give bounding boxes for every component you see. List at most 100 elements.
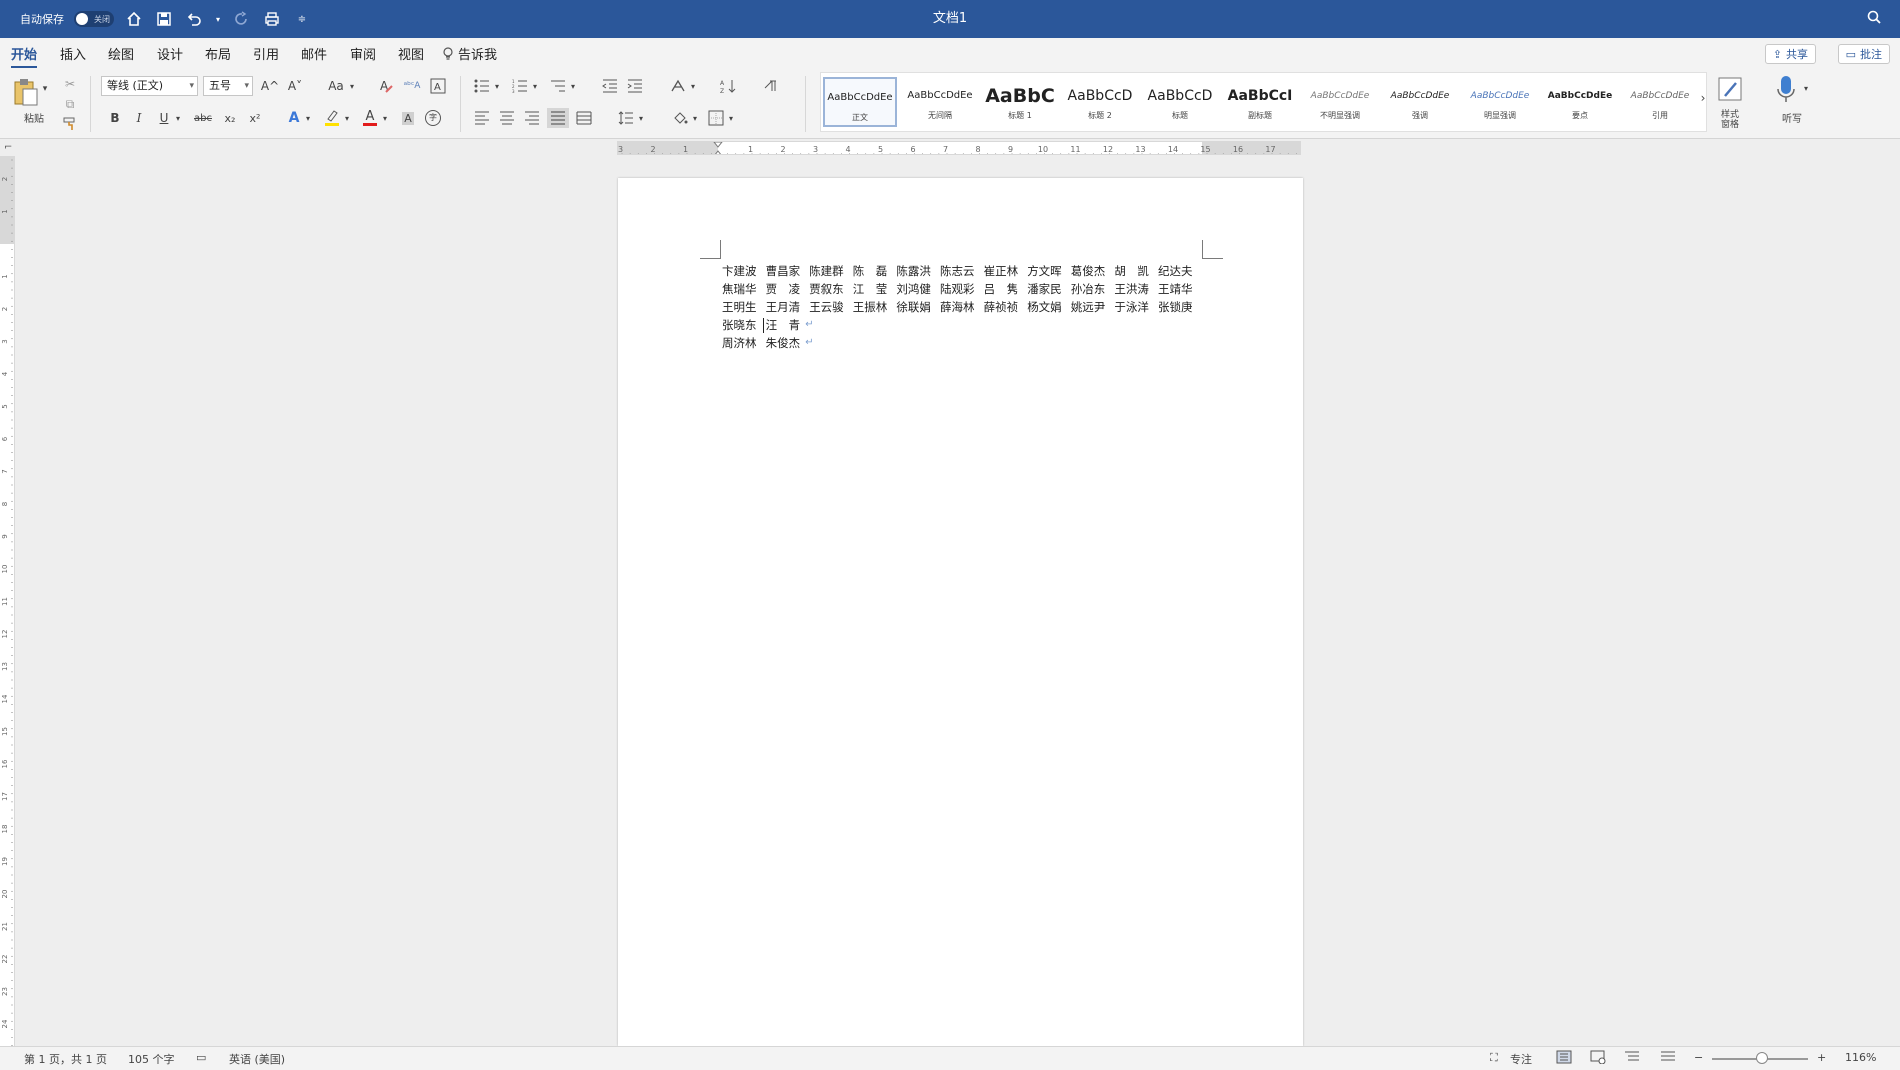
change-case-dropdown-icon[interactable]: ▾ xyxy=(347,76,357,96)
underline-dropdown-icon[interactable]: ▾ xyxy=(173,108,183,128)
style-quote[interactable]: AaBbCcDdEe 引用 xyxy=(1623,77,1697,127)
tab-view[interactable]: 视图 xyxy=(398,44,424,63)
proofing-icon[interactable]: ▭ xyxy=(196,1051,206,1064)
show-formatting-marks-icon[interactable] xyxy=(760,76,780,96)
zoom-slider-thumb[interactable] xyxy=(1755,1052,1768,1064)
style-emphasis[interactable]: AaBbCcDdEe 强调 xyxy=(1383,77,1457,127)
style-normal[interactable]: AaBbCcDdEe 正文 xyxy=(823,77,897,127)
decrease-indent-icon[interactable] xyxy=(600,76,620,96)
tab-references[interactable]: 引用 xyxy=(253,44,279,63)
document-line[interactable]: 周济林 朱俊杰 ↵ xyxy=(722,334,1204,352)
tab-selector-icon[interactable]: ⌐ xyxy=(4,142,14,154)
shading-dropdown-icon[interactable]: ▾ xyxy=(690,108,700,128)
subscript-button[interactable]: x₂ xyxy=(220,108,240,128)
document-page[interactable]: 卞建波 曹昌家 陈建群陈 磊陈露洪 陈志云 崔正林 方文晖 葛俊杰胡 凯纪达夫 焦瑞华贾 凌贾… xyxy=(618,178,1303,1046)
document-line[interactable]: 焦瑞华贾 凌贾叙东江 莹刘鸿健 陆观彩吕 隽潘家民 孙冶东 王洪涛 王靖华 xyxy=(722,280,1204,298)
style-no-spacing[interactable]: AaBbCcDdEe 无间隔 xyxy=(903,77,977,127)
bullets-icon[interactable] xyxy=(472,76,492,96)
change-case-button[interactable]: Aa xyxy=(325,76,347,96)
asian-layout-icon[interactable] xyxy=(668,76,688,96)
zoom-level[interactable]: 116% xyxy=(1845,1051,1876,1064)
tab-mailings[interactable]: 邮件 xyxy=(301,44,327,63)
customize-toolbar-icon[interactable]: ≑ xyxy=(292,9,312,29)
word-count[interactable]: 105 个字 xyxy=(128,1051,175,1067)
tab-design[interactable]: 设计 xyxy=(157,44,183,63)
page-count[interactable]: 第 1 页，共 1 页 xyxy=(24,1051,107,1067)
styles-pane-icon[interactable] xyxy=(1714,74,1746,104)
shading-icon[interactable] xyxy=(670,108,690,128)
style-heading-2[interactable]: AaBbCcD 标题 2 xyxy=(1063,77,1137,127)
font-name-select[interactable]: 等线 (正文) ▾ xyxy=(101,76,198,96)
tab-insert[interactable]: 插入 xyxy=(60,44,86,63)
paste-icon[interactable] xyxy=(12,76,40,108)
align-center-icon[interactable] xyxy=(497,108,517,128)
zoom-in-button[interactable]: + xyxy=(1817,1051,1826,1064)
underline-button[interactable]: U xyxy=(155,108,173,128)
style-subtle-emphasis[interactable]: AaBbCcDdEe 不明显强调 xyxy=(1303,77,1377,127)
grow-font-button[interactable]: A^ xyxy=(260,76,280,96)
print-layout-icon[interactable] xyxy=(1556,1050,1572,1067)
tab-draw[interactable]: 绘图 xyxy=(108,44,134,63)
style-title[interactable]: AaBbCcD 标题 xyxy=(1143,77,1217,127)
style-heading-1[interactable]: AaBbC 标题 1 xyxy=(983,77,1057,127)
print-icon[interactable] xyxy=(262,9,282,29)
autosave-toggle[interactable]: 关闭 xyxy=(74,11,114,27)
highlight-dropdown-icon[interactable]: ▾ xyxy=(342,108,352,128)
strikethrough-button[interactable]: abc xyxy=(190,108,216,128)
paste-dropdown-icon[interactable]: ▾ xyxy=(40,82,50,96)
outline-view-icon[interactable] xyxy=(1624,1050,1640,1067)
highlight-icon[interactable] xyxy=(322,108,342,128)
bold-button[interactable]: B xyxy=(106,108,124,128)
redo-icon[interactable] xyxy=(232,9,252,29)
document-line[interactable]: 王明生 王月清 王云骏 王振林 徐联娟 薛海林 薛祯祯 杨文娟 姚远尹 于泳洋 张锁庚 xyxy=(722,298,1204,316)
multilevel-list-icon[interactable] xyxy=(548,76,568,96)
line-spacing-dropdown-icon[interactable]: ▾ xyxy=(636,108,646,128)
save-icon[interactable] xyxy=(154,9,174,29)
document-line[interactable]: 卞建波 曹昌家 陈建群陈 磊陈露洪 陈志云 崔正林 方文晖 葛俊杰胡 凯纪达夫 xyxy=(722,262,1204,280)
search-icon[interactable] xyxy=(1866,9,1882,29)
copy-icon[interactable]: ⧉ xyxy=(62,96,78,112)
vertical-ruler[interactable]: 2112345678910111213141516171819202122232… xyxy=(0,156,15,1046)
line-spacing-icon[interactable] xyxy=(616,108,636,128)
tab-tell-me[interactable]: 告诉我 xyxy=(442,44,497,63)
document-line[interactable]: 张晓东汪 青 ↵ xyxy=(722,316,1204,334)
font-size-select[interactable]: 五号 ▾ xyxy=(203,76,253,96)
bullets-dropdown-icon[interactable]: ▾ xyxy=(492,76,502,96)
home-icon[interactable] xyxy=(124,9,144,29)
numbering-icon[interactable]: 123 xyxy=(510,76,530,96)
focus-label[interactable]: 专注 xyxy=(1510,1051,1532,1067)
italic-button[interactable]: I xyxy=(130,108,148,128)
focus-icon[interactable]: ⛶ xyxy=(1490,1051,1498,1065)
text-effects-button[interactable]: A xyxy=(285,108,303,128)
justify-icon[interactable] xyxy=(547,108,569,128)
increase-indent-icon[interactable] xyxy=(625,76,645,96)
style-intense-emphasis[interactable]: AaBbCcDdEe 明显强调 xyxy=(1463,77,1537,127)
align-right-icon[interactable] xyxy=(522,108,542,128)
numbering-dropdown-icon[interactable]: ▾ xyxy=(530,76,540,96)
tab-home[interactable]: 开始 xyxy=(11,44,38,68)
borders-dropdown-icon[interactable]: ▾ xyxy=(726,108,736,128)
zoom-out-button[interactable]: − xyxy=(1694,1051,1703,1064)
styles-more-icon[interactable]: › xyxy=(1698,88,1708,108)
character-border-icon[interactable]: A xyxy=(428,76,448,96)
clear-formatting-icon[interactable]: A xyxy=(376,76,396,96)
character-shading-button[interactable]: A xyxy=(398,108,418,128)
style-strong[interactable]: AaBbCcDdEe 要点 xyxy=(1543,77,1617,127)
horizontal-ruler[interactable]: 3 2 1 1 2 3 4 5 6 7 8 9 10 11 12 13 14 15 16 17 xyxy=(617,141,1301,155)
comments-button[interactable]: ▭ 批注 xyxy=(1837,44,1890,64)
superscript-button[interactable]: x² xyxy=(245,108,265,128)
microphone-icon[interactable] xyxy=(1773,74,1799,104)
style-subtitle[interactable]: AaBbCcI 副标题 xyxy=(1223,77,1297,127)
tab-review[interactable]: 审阅 xyxy=(350,44,376,63)
phonetic-guide-icon[interactable]: ᵃᵇᶜA xyxy=(402,76,422,96)
borders-icon[interactable] xyxy=(706,108,726,128)
language[interactable]: 英语 (美国) xyxy=(229,1051,285,1067)
distributed-icon[interactable] xyxy=(574,108,594,128)
share-button[interactable]: ⇪ 共享 xyxy=(1764,44,1816,64)
font-color-dropdown-icon[interactable]: ▾ xyxy=(380,108,390,128)
undo-icon[interactable] xyxy=(184,9,204,29)
web-layout-icon[interactable] xyxy=(1590,1050,1606,1067)
sort-icon[interactable]: AZ xyxy=(718,76,738,96)
cut-icon[interactable]: ✂ xyxy=(62,76,78,92)
document-body[interactable]: 卞建波 曹昌家 陈建群陈 磊陈露洪 陈志云 崔正林 方文晖 葛俊杰胡 凯纪达夫 焦瑞华贾 凌贾… xyxy=(722,262,1204,352)
